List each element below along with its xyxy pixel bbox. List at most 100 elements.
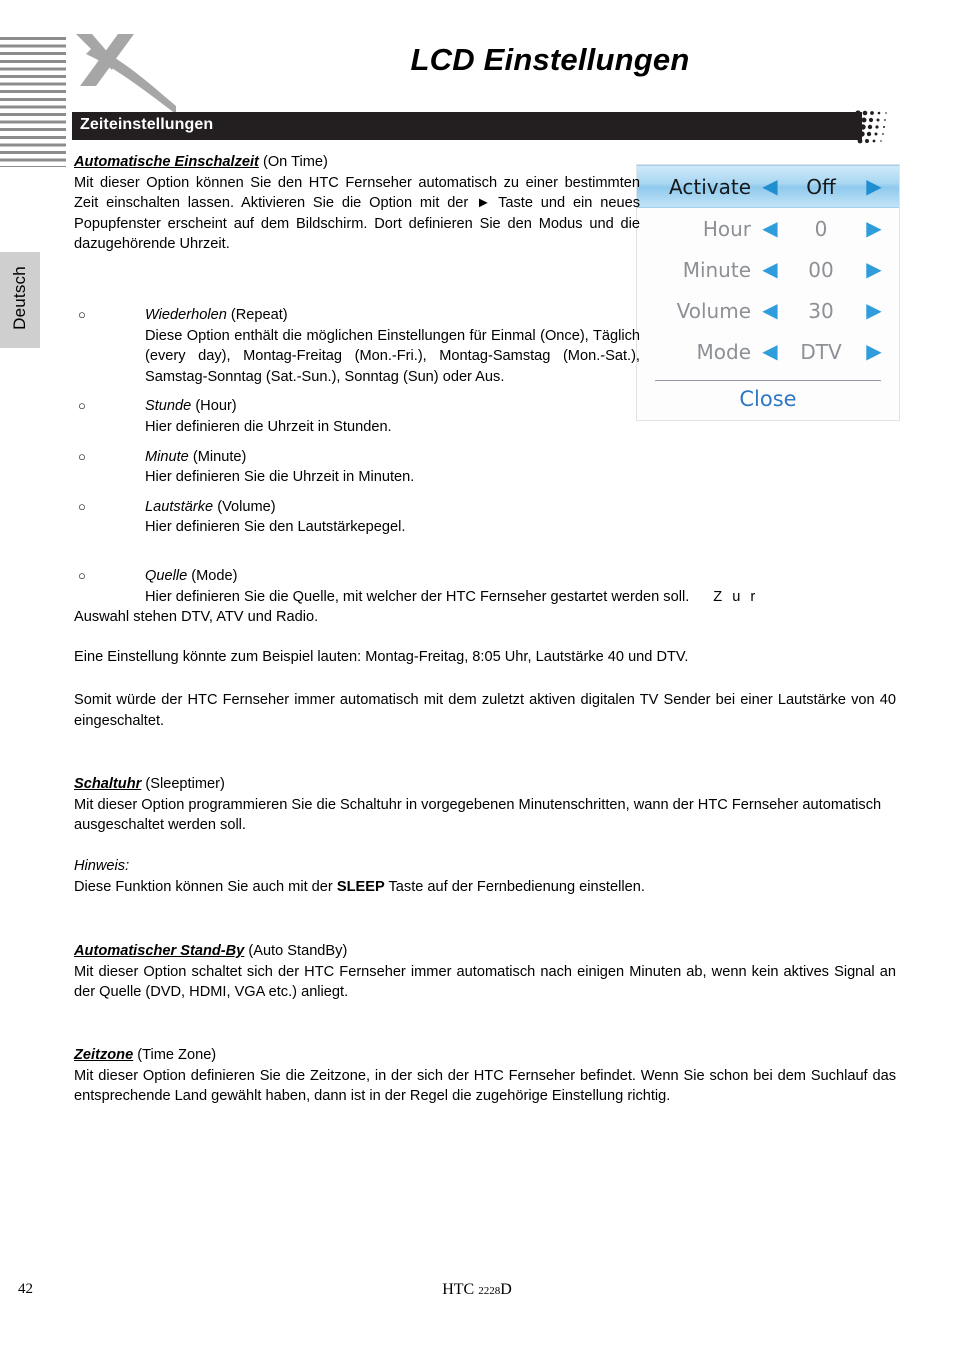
osd-row-minute[interactable]: Minute ◀ 00 ▶	[637, 249, 899, 290]
note-label: Hinweis:	[74, 858, 130, 874]
list-item-term-en: (Repeat)	[226, 307, 288, 323]
on-time-body: Mit dieser Option können Sie den HTC Fer…	[74, 174, 640, 253]
osd-row-hour[interactable]: Hour ◀ 0 ▶	[637, 208, 899, 249]
osd-row-label: Mode	[696, 339, 752, 364]
bullet-dot-icon: ○	[78, 398, 86, 414]
list-item-text: Diese Option enthält die möglichen Einst…	[145, 327, 640, 385]
on-time-heading: Automatische Einschalzeit	[74, 154, 259, 170]
mode-term-en: (Mode)	[187, 568, 238, 584]
mode-text-line-2: Auswahl stehen DTV, ATV und Radio.	[74, 609, 319, 626]
list-item-term: Stunde	[145, 398, 192, 415]
note-pre: Diese Funktion können Sie auch mit der	[74, 878, 337, 895]
list-item-text: Hier definieren die Uhrzeit in Stunden.	[145, 418, 392, 435]
timezone-heading-line: Zeitzone (Time Zone)	[74, 1045, 896, 1066]
list-item-text: Hier definieren Sie die Uhrzeit in Minut…	[145, 469, 415, 486]
right-arrow-icon[interactable]: ▶	[859, 208, 889, 249]
osd-close-button[interactable]: Close	[637, 387, 899, 411]
right-arrow-icon[interactable]: ▶	[859, 166, 889, 207]
bullet-dot-icon: ○	[78, 498, 86, 514]
osd-row-value: 0	[814, 216, 828, 241]
section-header-bar: Zeiteinstellungen	[72, 112, 862, 140]
osd-row-value: 30	[808, 298, 834, 323]
on-time-heading-en: (On Time)	[258, 154, 328, 170]
section-sleeptimer: Schaltuhr (Sleeptimer) Mit dieser Option…	[74, 774, 896, 836]
timezone-heading: Zeitzone	[74, 1047, 134, 1063]
standby-heading-en: (Auto StandBy)	[244, 943, 348, 959]
sleeptimer-heading-line: Schaltuhr (Sleeptimer)	[74, 774, 896, 795]
osd-row-value: DTV	[800, 339, 842, 364]
list-item: ○ Lautstärke (Volume) Hier definieren Si…	[74, 497, 640, 538]
list-item-body: Lautstärke (Volume) Hier definieren Sie …	[145, 497, 640, 538]
sleeptimer-body: Mit dieser Option programmieren Sie die …	[74, 796, 882, 834]
list-item-term: Minute	[145, 448, 189, 465]
page-title: LCD Einstellungen	[410, 42, 690, 77]
note-bold-key: SLEEP	[336, 878, 385, 895]
bullet-dot-icon: ○	[78, 448, 86, 464]
left-arrow-icon[interactable]: ◀	[757, 331, 783, 372]
footer-model: HTC 2228D	[0, 1281, 954, 1299]
osd-row-label: Hour	[702, 216, 751, 241]
note-post: Taste auf der Fernbedienung einstellen.	[384, 878, 645, 895]
bullet-dot-icon: ○	[78, 307, 86, 322]
timezone-heading-en: (Time Zone)	[133, 1047, 217, 1063]
list-item: ○ Minute (Minute) Hier definieren Sie di…	[74, 447, 640, 488]
bullet-dot-icon: ○	[78, 568, 86, 583]
list-item: ○ Stunde (Hour) Hier definieren die Uhrz…	[74, 396, 640, 437]
list-item-term-en: (Minute)	[188, 448, 247, 465]
on-time-option-list: ○ Wiederholen (Repeat) Diese Option enth…	[74, 305, 640, 547]
note-body: Diese Funktion können Sie auch mit der S…	[74, 877, 896, 898]
section-on-time: Automatische Einschalzeit (On Time) Mit …	[74, 152, 640, 255]
left-edge-stripes-decoration	[0, 37, 66, 167]
osd-row-mode[interactable]: Mode ◀ DTV ▶	[637, 331, 899, 372]
osd-row-activate[interactable]: Activate ◀ Off ▶	[637, 165, 899, 208]
footer-model-suffix: D	[500, 1281, 512, 1298]
halftone-dots-decoration	[852, 107, 915, 147]
left-arrow-icon[interactable]: ◀	[757, 249, 783, 290]
mode-term: Quelle	[145, 568, 188, 584]
mode-text-line-1-main: Hier definieren Sie die Quelle, mit welc…	[145, 588, 690, 605]
left-arrow-icon[interactable]: ◀	[757, 290, 783, 331]
list-item-term-en: (Hour)	[191, 398, 237, 415]
list-item: ○ Wiederholen (Repeat) Diese Option enth…	[74, 305, 640, 387]
footer-model-prefix: HTC	[442, 1281, 475, 1298]
standby-heading: Automatischer Stand-By	[74, 943, 245, 959]
osd-row-value: Off	[806, 174, 836, 199]
footer-model-number: 2228	[478, 1285, 501, 1297]
list-item-term-en: (Volume)	[213, 498, 276, 515]
sleeptimer-heading-en: (Sleeptimer)	[141, 776, 225, 792]
right-arrow-icon[interactable]: ▶	[859, 331, 889, 372]
list-item-term: Lautstärke	[145, 498, 214, 515]
left-arrow-icon[interactable]: ◀	[757, 166, 783, 207]
summary-paragraph: Somit würde der HTC Fernseher immer auto…	[74, 692, 896, 729]
list-item-text: Hier definieren Sie den Lautstärkepegel.	[145, 519, 406, 536]
osd-row-label: Volume	[676, 298, 751, 323]
section-note: Hinweis: Diese Funktion können Sie auch …	[74, 856, 896, 897]
list-item-body: Minute (Minute) Hier definieren Sie die …	[145, 447, 640, 488]
mode-text-line-1: Hier definieren Sie die Quelle, mit welc…	[145, 587, 896, 608]
osd-row-label: Minute	[682, 257, 751, 282]
osd-popup-on-time[interactable]: Activate ◀ Off ▶ Hour ◀ 0 ▶ Minute ◀ 00 …	[637, 165, 899, 420]
list-item-body: Stunde (Hour) Hier definieren die Uhrzei…	[145, 396, 640, 437]
brand-x-logo	[72, 28, 192, 116]
example-paragraph: Eine Einstellung könnte zum Beispiel lau…	[74, 649, 689, 665]
osd-separator	[655, 380, 881, 381]
timezone-body: Mit dieser Option definieren Sie die Zei…	[74, 1067, 896, 1105]
right-arrow-icon[interactable]: ▶	[859, 290, 889, 331]
mode-term-line: ○ Quelle (Mode)	[74, 566, 896, 587]
section-timezone: Zeitzone (Time Zone) Mit dieser Option d…	[74, 1045, 896, 1107]
osd-row-volume[interactable]: Volume ◀ 30 ▶	[637, 290, 899, 331]
standby-body: Mit dieser Option schaltet sich der HTC …	[74, 963, 896, 1001]
osd-row-label: Activate	[669, 174, 751, 199]
section-header-label: Zeiteinstellungen	[80, 116, 214, 133]
list-item-mode: ○ Quelle (Mode) Hier definieren Sie die …	[74, 566, 896, 628]
language-tab-label: Deutsch	[10, 266, 29, 330]
left-arrow-icon[interactable]: ◀	[757, 208, 783, 249]
standby-heading-line: Automatischer Stand-By (Auto StandBy)	[74, 941, 896, 962]
list-item-body: Wiederholen (Repeat) Diese Option enthäl…	[145, 305, 640, 387]
right-arrow-icon[interactable]: ▶	[859, 249, 889, 290]
section-auto-standby: Automatischer Stand-By (Auto StandBy) Mi…	[74, 941, 896, 1003]
language-tab-deutsch: Deutsch	[0, 252, 40, 348]
list-item-term: Wiederholen	[145, 307, 227, 323]
osd-row-value: 00	[808, 257, 834, 282]
sleeptimer-heading: Schaltuhr	[74, 776, 142, 792]
